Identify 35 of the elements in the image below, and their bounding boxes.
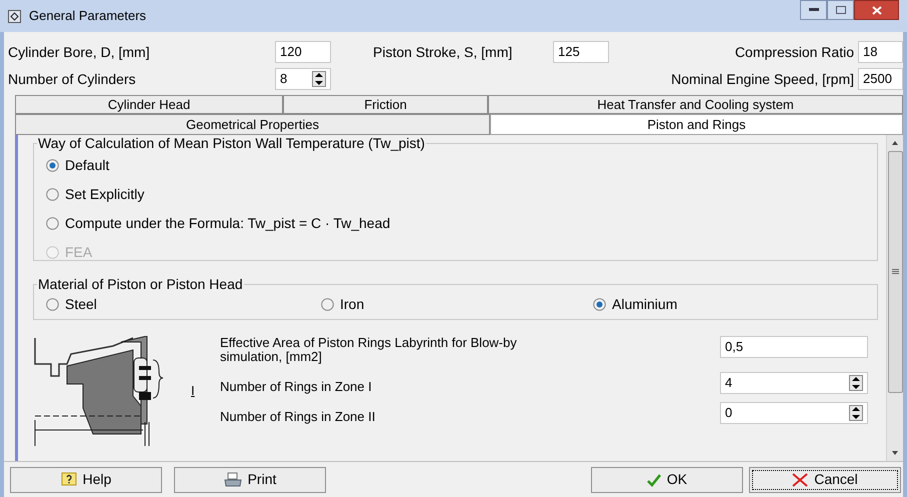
- field-label: Piston Stroke, S, [mm]: [373, 42, 514, 62]
- field-label: Number of Cylinders: [8, 70, 137, 89]
- help-button[interactable]: Help: [10, 466, 162, 492]
- field-label: Cylinder Bore, D, [mm]: [8, 42, 151, 62]
- ok-button[interactable]: OK: [591, 466, 743, 492]
- print-button[interactable]: Print: [174, 466, 326, 492]
- spin-field[interactable]: 0: [720, 402, 868, 424]
- radio-label: Iron: [340, 295, 364, 314]
- input-field[interactable]: 120: [275, 41, 331, 63]
- field-label: Nominal Engine Speed, [rpm]: [670, 70, 855, 89]
- radio-label: Compute under the Formula: Tw_pist = C · Tw_head: [65, 214, 390, 233]
- radio-label: Default: [65, 156, 110, 175]
- window-title: General Parameters: [29, 7, 146, 26]
- tab[interactable]: Geometrical Properties: [15, 114, 490, 135]
- tab[interactable]: Piston and Rings: [490, 114, 903, 135]
- field-label: Number of Rings in Zone II: [220, 408, 376, 424]
- field-label: Number of Rings in Zone I: [220, 378, 373, 394]
- radio-label: Aluminium: [612, 295, 678, 314]
- tab[interactable]: Cylinder Head: [15, 95, 283, 114]
- field-label: Effective Area of Piston Rings Labyrinth for Blow-by simulation, [mm2]: [220, 336, 518, 364]
- tab[interactable]: Heat Transfer and Cooling system: [488, 95, 903, 114]
- input-field[interactable]: 18: [858, 41, 903, 63]
- tab[interactable]: Friction: [283, 95, 488, 114]
- radio-label: FEA: [65, 243, 92, 262]
- spin-field[interactable]: 4: [720, 372, 868, 394]
- spin-field[interactable]: 8: [275, 68, 331, 90]
- input-field[interactable]: 2500: [858, 68, 903, 90]
- radio-label: Set Explicitly: [65, 185, 144, 204]
- cancel-button[interactable]: Cancel: [749, 466, 901, 492]
- input-field[interactable]: 125: [553, 41, 609, 63]
- field-label: Compression Ratio: [734, 42, 855, 62]
- input-field[interactable]: 0,5: [720, 336, 868, 358]
- group-title: Way of Calculation of Mean Piston Wall Temperature (Tw_pist): [37, 135, 426, 152]
- radio-label: Steel: [65, 295, 97, 314]
- zone-label: I: [191, 382, 195, 400]
